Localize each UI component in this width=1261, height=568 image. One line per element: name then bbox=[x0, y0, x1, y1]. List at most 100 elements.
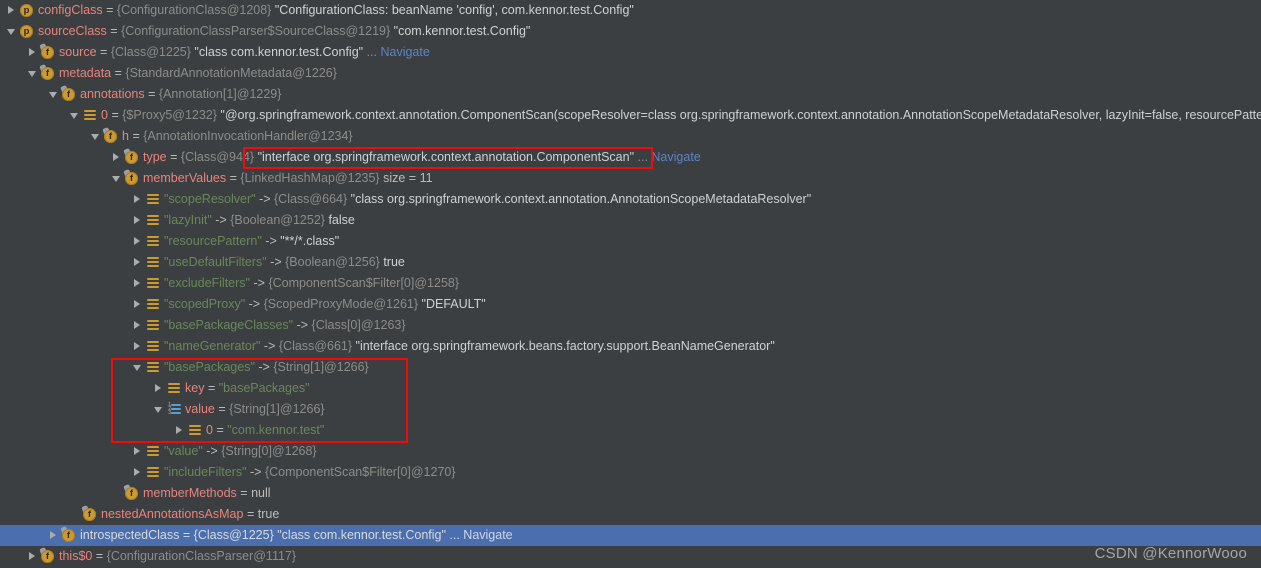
tree-row[interactable]: 0 = {$Proxy5@1232} "@org.springframework… bbox=[0, 105, 1261, 126]
tree-row[interactable]: 0 = "com.kennor.test" bbox=[0, 420, 1261, 441]
map-entry-key: "nameGenerator" bbox=[164, 339, 261, 353]
expand-toggle-down[interactable] bbox=[6, 21, 19, 42]
tree-row[interactable]: "excludeFilters" -> {ComponentScan$Filte… bbox=[0, 273, 1261, 294]
expand-toggle-right[interactable] bbox=[111, 147, 124, 168]
tree-row[interactable]: "basePackages" -> {String[1]@1266} bbox=[0, 357, 1261, 378]
expand-toggle-down[interactable] bbox=[132, 357, 145, 378]
value-ellipsis: ... bbox=[366, 45, 377, 59]
equals-sign: = bbox=[111, 108, 119, 122]
expand-toggle-right[interactable] bbox=[6, 0, 19, 21]
expand-toggle-down[interactable] bbox=[111, 168, 124, 189]
expand-toggle-down[interactable] bbox=[153, 399, 166, 420]
array-element-icon bbox=[145, 273, 162, 294]
variable-type: {Class@1225} bbox=[110, 45, 191, 59]
expand-toggle-down[interactable] bbox=[27, 63, 40, 84]
tree-row[interactable]: f type = {Class@944} "interface org.sprin… bbox=[0, 147, 1261, 168]
expand-toggle-right[interactable] bbox=[132, 252, 145, 273]
expand-toggle-right[interactable] bbox=[132, 189, 145, 210]
tree-row[interactable]: f annotations = {Annotation[1]@1229} bbox=[0, 84, 1261, 105]
expand-toggle-right[interactable] bbox=[27, 42, 40, 63]
tree-row[interactable]: f metadata = {StandardAnnotationMetadata@… bbox=[0, 63, 1261, 84]
map-entry-key: "includeFilters" bbox=[164, 465, 247, 479]
tree-row[interactable]: "scopedProxy" -> {ScopedProxyMode@1261} … bbox=[0, 294, 1261, 315]
expand-toggle-right[interactable] bbox=[132, 315, 145, 336]
tree-row[interactable]: key = "basePackages" bbox=[0, 378, 1261, 399]
tree-row[interactable]: "includeFilters" -> {ComponentScan$Filte… bbox=[0, 462, 1261, 483]
map-arrow: -> bbox=[270, 255, 282, 269]
variable-type: {ScopedProxyMode@1261} bbox=[263, 297, 419, 311]
tree-row[interactable]: p configClass = {ConfigurationClass@1208}… bbox=[0, 0, 1261, 21]
debugger-variables-panel: p configClass = {ConfigurationClass@1208}… bbox=[0, 0, 1261, 568]
tree-row[interactable]: 1 2 3 value = {String[1]@1266} bbox=[0, 399, 1261, 420]
expand-toggle-right[interactable] bbox=[132, 336, 145, 357]
tree-row[interactable]: "basePackageClasses" -> {Class[0]@1263} bbox=[0, 315, 1261, 336]
expand-toggle-right[interactable] bbox=[132, 441, 145, 462]
tree-row[interactable]: fh = {AnnotationInvocationHandler@1234} bbox=[0, 126, 1261, 147]
value-ellipsis: ... bbox=[449, 528, 460, 542]
expand-toggle-right[interactable] bbox=[132, 231, 145, 252]
map-arrow: -> bbox=[250, 465, 262, 479]
no-toggle-spacer bbox=[69, 504, 82, 525]
variable-type: {Class@661} bbox=[278, 339, 353, 353]
variable-type: {String[1]@1266} bbox=[273, 360, 369, 374]
map-arrow: -> bbox=[253, 276, 265, 290]
navigate-link[interactable]: Navigate bbox=[380, 45, 429, 59]
map-entry-key: "scopedProxy" bbox=[164, 297, 246, 311]
expand-toggle-right[interactable] bbox=[48, 525, 61, 546]
equals-sign: = bbox=[218, 402, 226, 416]
tree-row[interactable]: f source = {Class@1225} "class com.kennor… bbox=[0, 42, 1261, 63]
field-icon: f bbox=[81, 504, 99, 525]
map-arrow: -> bbox=[258, 360, 270, 374]
variable-name: memberMethods bbox=[143, 486, 237, 500]
ordered-list-icon: 123 bbox=[166, 399, 183, 420]
tree-row[interactable]: "useDefaultFilters" -> {Boolean@1256} tr… bbox=[0, 252, 1261, 273]
navigate-link[interactable]: Navigate bbox=[651, 150, 700, 164]
tree-row[interactable]: "value" -> {String[0]@1268} bbox=[0, 441, 1261, 462]
field-icon: f bbox=[60, 525, 78, 546]
map-entry-key: "basePackages" bbox=[164, 360, 255, 374]
expand-toggle-down[interactable] bbox=[90, 126, 103, 147]
navigate-link[interactable]: Navigate bbox=[463, 528, 512, 542]
variable-name: introspectedClass bbox=[80, 528, 180, 542]
equals-sign: = bbox=[240, 486, 248, 500]
tree-row[interactable]: f introspectedClass = {Class@1225} "class… bbox=[0, 525, 1261, 546]
tree-row[interactable]: f this$0 = {ConfigurationClassParser@1117… bbox=[0, 546, 1261, 567]
expand-toggle-right[interactable] bbox=[132, 294, 145, 315]
tree-row[interactable]: f memberMethods = null bbox=[0, 483, 1261, 504]
expand-toggle-right[interactable] bbox=[27, 546, 40, 567]
array-element-icon bbox=[145, 210, 162, 231]
variable-name: key bbox=[185, 381, 205, 395]
field-icon: f bbox=[60, 84, 78, 105]
expand-toggle-right[interactable] bbox=[132, 210, 145, 231]
array-element-icon bbox=[145, 189, 162, 210]
tree-row[interactable]: "resourcePattern" -> "**/*.class" bbox=[0, 231, 1261, 252]
variable-type: {Class[0]@1263} bbox=[311, 318, 406, 332]
equals-sign: = bbox=[106, 3, 114, 17]
tree-row[interactable]: "nameGenerator" -> {Class@661} "interfac… bbox=[0, 336, 1261, 357]
variables-tree[interactable]: p configClass = {ConfigurationClass@1208}… bbox=[0, 0, 1261, 567]
expand-toggle-right[interactable] bbox=[132, 273, 145, 294]
map-arrow: -> bbox=[259, 192, 271, 206]
map-arrow: -> bbox=[248, 297, 261, 311]
tree-row[interactable]: "scopeResolver" -> {Class@664} "class or… bbox=[0, 189, 1261, 210]
variable-type: {Class@664} bbox=[274, 192, 348, 206]
expand-toggle-right[interactable] bbox=[174, 420, 187, 441]
variable-type: {StandardAnnotationMetadata@1226} bbox=[125, 66, 337, 80]
array-element-icon bbox=[145, 441, 162, 462]
variable-value: "interface org.springframework.context.a… bbox=[257, 150, 635, 164]
variable-type: {LinkedHashMap@1235} bbox=[240, 171, 380, 185]
variable-type: {ConfigurationClass@1208} bbox=[116, 3, 272, 17]
variable-type: {ComponentScan$Filter[0]@1258} bbox=[268, 276, 460, 290]
equals-sign: = bbox=[148, 87, 156, 101]
equals-sign: = bbox=[229, 171, 237, 185]
expand-toggle-down[interactable] bbox=[48, 84, 61, 105]
map-entry-key: "basePackageClasses" bbox=[164, 318, 294, 332]
tree-row[interactable]: p sourceClass = {ConfigurationClassParser… bbox=[0, 21, 1261, 42]
tree-row[interactable]: "lazyInit" -> {Boolean@1252} false bbox=[0, 210, 1261, 231]
equals-sign: = bbox=[207, 381, 216, 395]
tree-row[interactable]: f nestedAnnotationsAsMap = true bbox=[0, 504, 1261, 525]
tree-row[interactable]: f memberValues = {LinkedHashMap@1235} siz… bbox=[0, 168, 1261, 189]
expand-toggle-right[interactable] bbox=[132, 462, 145, 483]
expand-toggle-down[interactable] bbox=[69, 105, 82, 126]
expand-toggle-right[interactable] bbox=[153, 378, 166, 399]
